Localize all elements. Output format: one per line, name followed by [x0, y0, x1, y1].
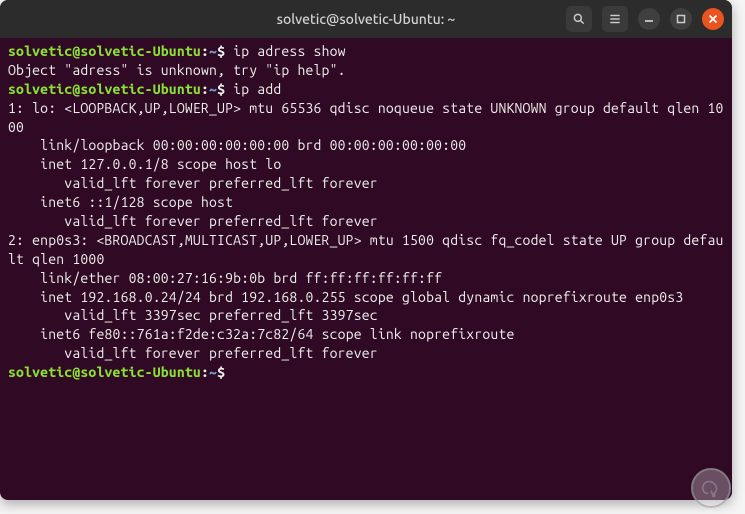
prompt-user: solvetic@solvetic-Ubuntu: [8, 81, 201, 97]
output-line: link/loopback 00:00:00:00:00:00 brd 00:0…: [8, 137, 466, 153]
output-line: inet6 ::1/128 scope host: [8, 194, 241, 210]
prompt-dollar: $: [217, 81, 225, 97]
output-line: valid_lft forever preferred_lft forever: [8, 345, 378, 361]
prompt-colon: :: [201, 43, 209, 59]
output-error: Object "adress" is unknown, try "ip help…: [8, 62, 346, 78]
terminal-content[interactable]: solvetic@solvetic-Ubuntu:~$ ip adress sh…: [0, 38, 732, 386]
output-line: valid_lft forever preferred_lft forever: [8, 175, 378, 191]
output-line: inet 192.168.0.24/24 brd 192.168.0.255 s…: [8, 289, 683, 305]
output-line: 1: lo: <LOOPBACK,UP,LOWER_UP> mtu 65536 …: [8, 100, 724, 135]
prompt-path: ~: [209, 364, 217, 380]
prompt-user: solvetic@solvetic-Ubuntu: [8, 43, 201, 59]
terminal-window: solvetic@solvetic-Ubuntu: ~ solvetic@sol…: [0, 0, 732, 500]
close-button[interactable]: [702, 8, 724, 30]
watermark-icon: [691, 468, 731, 508]
prompt-colon: :: [201, 81, 209, 97]
menu-icon[interactable]: [602, 6, 628, 32]
prompt-dollar: $: [217, 364, 225, 380]
maximize-button[interactable]: [670, 8, 692, 30]
command-1: ip adress show: [233, 43, 346, 59]
output-line: inet 127.0.0.1/8 scope host lo: [8, 156, 281, 172]
titlebar: solvetic@solvetic-Ubuntu: ~: [0, 0, 732, 38]
command-2: ip add: [233, 81, 281, 97]
prompt-user: solvetic@solvetic-Ubuntu: [8, 364, 201, 380]
prompt-dollar: $: [217, 43, 225, 59]
prompt-colon: :: [201, 364, 209, 380]
prompt-path: ~: [209, 81, 217, 97]
minimize-button[interactable]: [638, 8, 660, 30]
output-line: valid_lft forever preferred_lft forever: [8, 213, 378, 229]
output-line: inet6 fe80::761a:f2de:c32a:7c82/64 scope…: [8, 326, 523, 342]
output-line: link/ether 08:00:27:16:9b:0b brd ff:ff:f…: [8, 270, 442, 286]
titlebar-controls: [566, 6, 724, 32]
search-icon[interactable]: [566, 6, 592, 32]
output-line: valid_lft 3397sec preferred_lft 3397sec: [8, 307, 378, 323]
window-title: solvetic@solvetic-Ubuntu: ~: [277, 11, 456, 27]
output-line: 2: enp0s3: <BROADCAST,MULTICAST,UP,LOWER…: [8, 232, 724, 267]
prompt-path: ~: [209, 43, 217, 59]
